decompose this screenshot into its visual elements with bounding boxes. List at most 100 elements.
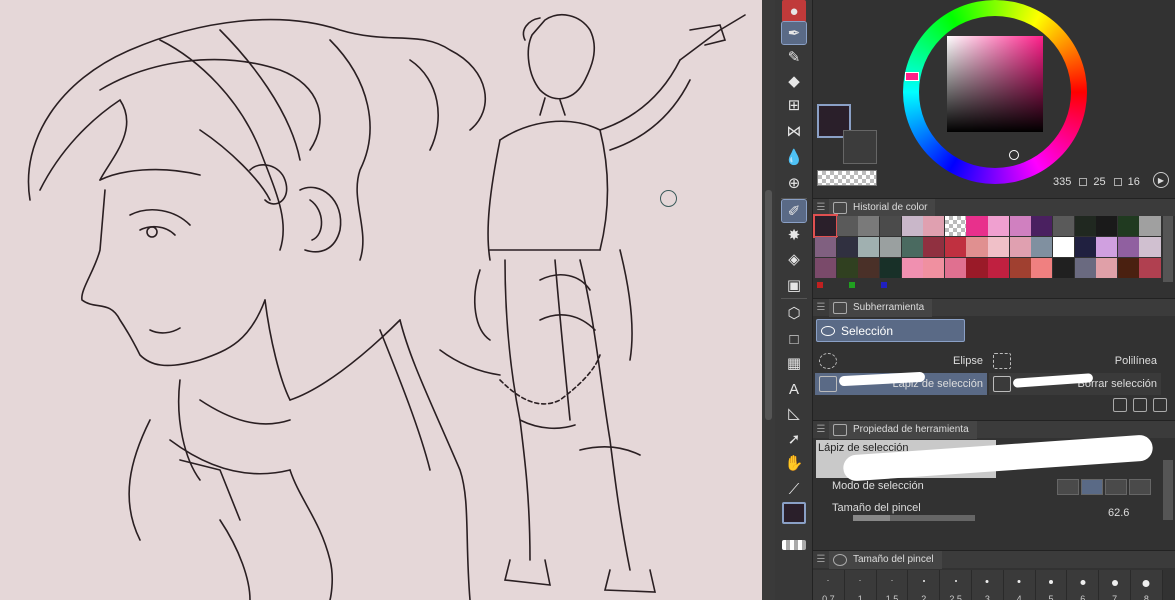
subtool-item-polyline[interactable]: Polilínea — [989, 350, 1161, 372]
brush-size-preset[interactable]: 0.7 — [813, 570, 845, 600]
color-history-swatch[interactable] — [1009, 216, 1031, 236]
color-history-swatch[interactable] — [879, 258, 901, 278]
color-history-swatch[interactable] — [1117, 216, 1139, 236]
color-history-swatch[interactable] — [901, 237, 923, 257]
color-history-swatch[interactable] — [1074, 258, 1096, 278]
color-history-swatch[interactable] — [901, 258, 923, 278]
color-history-swatch[interactable] — [1074, 237, 1096, 257]
sub-color-swatch[interactable] — [843, 130, 877, 164]
color-history-swatch[interactable] — [858, 258, 880, 278]
color-history-swatch[interactable] — [988, 258, 1010, 278]
transparent-color-chip[interactable] — [782, 540, 806, 550]
drawing-canvas[interactable] — [0, 0, 762, 600]
subtool-group-selection[interactable]: Selección — [816, 319, 965, 342]
color-history-swatch[interactable] — [836, 237, 858, 257]
brush-size-preset[interactable]: 3 — [971, 570, 1004, 600]
tool-property-tab[interactable]: Propiedad de herramienta — [829, 420, 977, 439]
brush-size-preset[interactable]: 8 — [1130, 570, 1163, 600]
object-tool-icon[interactable]: ➚ — [782, 428, 806, 450]
color-history-swatch[interactable] — [812, 214, 839, 238]
color-history-swatch[interactable] — [1009, 258, 1031, 278]
color-history-swatch[interactable] — [836, 216, 858, 236]
hue-ring[interactable] — [903, 0, 1087, 184]
color-history-swatch[interactable] — [1031, 258, 1053, 278]
canvas-scrollbar[interactable] — [762, 0, 775, 600]
selection-pen-tool-icon[interactable]: ✐ — [781, 199, 807, 223]
color-history-swatch[interactable] — [1052, 258, 1074, 278]
subtool-item-ellipse[interactable]: Elipse — [815, 350, 987, 372]
ribbon-tool-icon[interactable]: ⋈ — [782, 120, 806, 142]
color-history-swatch[interactable] — [1052, 237, 1074, 257]
fill-tool-icon[interactable]: ◈ — [782, 248, 806, 270]
text-tool-icon[interactable]: A — [782, 378, 806, 400]
brush-size-preset[interactable]: 1 — [844, 570, 877, 600]
brush-size-tab[interactable]: Tamaño del pincel — [829, 550, 942, 569]
transparent-color-swatch[interactable] — [817, 170, 877, 186]
eyedropper-tool-icon[interactable]: ⟋ — [782, 478, 806, 500]
sv-cursor[interactable] — [1009, 150, 1019, 160]
color-history-swatch[interactable] — [836, 258, 858, 278]
color-history-swatch[interactable] — [1052, 216, 1074, 236]
import-icon[interactable] — [1113, 398, 1127, 412]
color-history-swatch[interactable] — [879, 237, 901, 257]
menu-grip-icon[interactable]: ☰ — [813, 202, 829, 213]
mode-add-icon[interactable] — [1081, 479, 1103, 495]
auto-select-tool-icon[interactable]: ✸ — [782, 224, 806, 246]
color-history-swatch[interactable] — [858, 216, 880, 236]
grid-tool-icon[interactable]: ⊕ — [782, 172, 806, 194]
brush-size-preset[interactable]: 6 — [1067, 570, 1100, 600]
color-history-swatch[interactable] — [1117, 258, 1139, 278]
pen-tool-icon[interactable]: ✒ — [781, 21, 807, 45]
color-history-swatch[interactable] — [923, 258, 945, 278]
color-history-swatch[interactable] — [1074, 216, 1096, 236]
brush-size-preset[interactable]: 7 — [1099, 570, 1131, 600]
brush-size-preset[interactable]: 1.5 — [876, 570, 909, 600]
color-history-swatch[interactable] — [879, 216, 901, 236]
color-history-swatch[interactable] — [988, 237, 1010, 257]
color-history-swatch[interactable] — [923, 237, 945, 257]
color-history-swatch[interactable] — [1031, 216, 1053, 236]
brush-size-value[interactable]: 62.6 — [1108, 507, 1129, 519]
color-history-scrollbar[interactable] — [1163, 216, 1173, 282]
color-history-swatch[interactable] — [858, 237, 880, 257]
color-history-swatch[interactable] — [1096, 258, 1118, 278]
color-history-swatch[interactable] — [1096, 237, 1118, 257]
color-history-swatch[interactable] — [923, 216, 945, 236]
mode-intersect-icon[interactable] — [1129, 479, 1151, 495]
color-history-swatch[interactable] — [966, 237, 988, 257]
saturation-value-square[interactable] — [947, 36, 1043, 160]
play-icon[interactable]: ▶ — [1153, 172, 1169, 188]
menu-grip-icon[interactable]: ☰ — [813, 554, 829, 565]
menu-grip-icon[interactable]: ☰ — [813, 424, 829, 435]
hue-cursor[interactable] — [905, 72, 919, 81]
app-logo-icon[interactable]: ● — [782, 0, 806, 22]
ruler-tool-icon[interactable]: ◺ — [782, 402, 806, 424]
mode-subtract-icon[interactable] — [1105, 479, 1127, 495]
subtool-tab[interactable]: Subherramienta — [829, 298, 933, 317]
tool-property-scrollbar[interactable] — [1163, 460, 1173, 520]
color-history-swatch[interactable] — [1031, 237, 1053, 257]
color-history-swatch[interactable] — [944, 258, 966, 278]
color-history-swatch[interactable] — [966, 258, 988, 278]
color-history-swatch[interactable] — [944, 237, 966, 257]
color-history-swatch[interactable] — [1117, 237, 1139, 257]
color-history-swatch[interactable] — [901, 216, 923, 236]
copy-icon[interactable] — [1133, 398, 1147, 412]
color-history-swatch[interactable] — [1096, 216, 1118, 236]
blend-tool-icon[interactable]: 💧 — [782, 146, 806, 168]
color-history-swatch[interactable] — [1009, 237, 1031, 257]
color-history-swatch[interactable] — [1139, 237, 1161, 257]
rectangle-tool-icon[interactable]: □ — [782, 328, 806, 350]
3d-tool-icon[interactable]: ⬡ — [782, 302, 806, 324]
hand-tool-icon[interactable]: ✋ — [782, 452, 806, 474]
frame-tool-icon[interactable]: ▦ — [782, 352, 806, 374]
color-history-swatch[interactable] — [815, 237, 837, 257]
menu-grip-icon[interactable]: ☰ — [813, 302, 829, 313]
gradient-tool-icon[interactable]: ▣ — [782, 274, 806, 296]
brush-size-preset[interactable]: 2 — [908, 570, 941, 600]
brush-size-preset[interactable]: 4 — [1003, 570, 1036, 600]
color-history-tab[interactable]: Historial de color — [829, 198, 936, 217]
brush-size-preset[interactable]: 5 — [1035, 570, 1068, 600]
color-history-swatch[interactable] — [1139, 258, 1161, 278]
brush-size-preset[interactable]: 2.5 — [940, 570, 972, 600]
